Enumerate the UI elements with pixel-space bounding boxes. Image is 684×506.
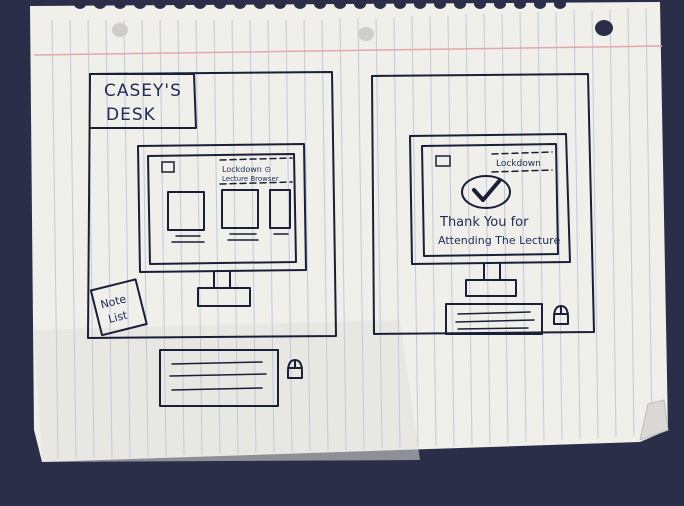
- thank-you-line2: Attending The Lecture: [438, 234, 560, 247]
- notebook-photo: CASEY'S DESK Lockdown ⊙ Lecture Browser …: [0, 0, 684, 506]
- monitor-header: Lockdown: [496, 159, 541, 169]
- monitor-header-line2: Lecture Browser: [222, 175, 279, 183]
- desk-title-line1: CASEY'S: [104, 81, 182, 101]
- punch-hole: [358, 27, 374, 41]
- punch-hole: [595, 20, 613, 36]
- notebook-page: [30, 2, 668, 462]
- punch-hole: [112, 23, 128, 37]
- desk-title-line2: DESK: [106, 105, 156, 125]
- thank-you-line1: Thank You for: [439, 215, 529, 230]
- monitor-header-line1: Lockdown ⊙: [222, 165, 271, 174]
